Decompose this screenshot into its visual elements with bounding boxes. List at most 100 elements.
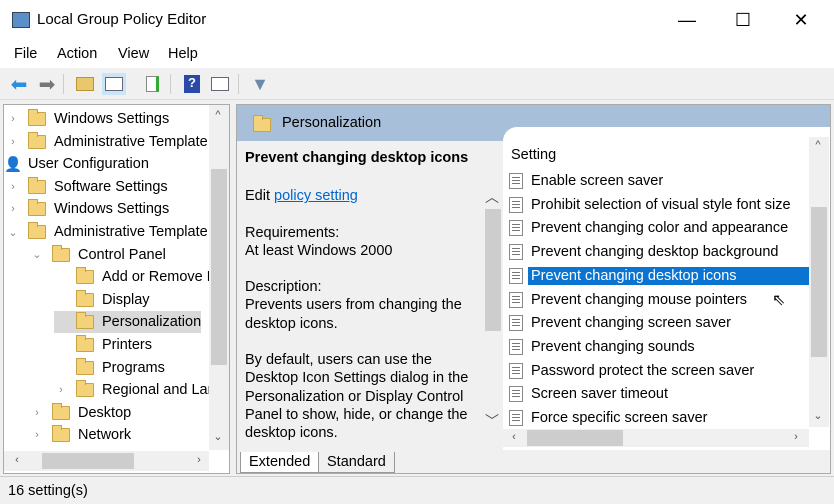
folder-icon [76,289,94,307]
policy-setting-icon [509,386,523,403]
filter-icon[interactable]: ▼ [248,73,272,95]
expand-chevron-icon[interactable]: ⌄ [6,226,20,239]
tree-horizontal-scrollbar[interactable]: ‹ › [4,451,209,471]
setting-row[interactable]: Prevent changing color and appearance [509,217,809,239]
tree-item[interactable]: › Desktop [30,402,131,424]
help-icon[interactable]: ? [180,73,204,95]
show-action-pane-icon[interactable] [208,73,232,95]
app-icon [12,12,30,28]
setting-row[interactable]: Force specific screen saver [509,407,809,429]
details-pane: Personalization Prevent changing desktop… [236,104,831,474]
tree-vertical-scrollbar[interactable]: ^ ⌄ [209,105,229,450]
description-scrollbar[interactable]: ︿ ﹀ [483,185,503,430]
setting-name: Prevent changing color and appearance [531,220,789,237]
status-text: 16 setting(s) [8,483,88,499]
expand-chevron-icon[interactable]: › [6,113,20,125]
menu-file[interactable]: File [14,46,37,62]
setting-name: Prevent changing desktop icons [528,266,809,285]
tree-item[interactable]: › Administrative Template [6,131,208,153]
tree-item-label: Control Panel [78,246,166,263]
tree-item[interactable]: Display [54,289,150,311]
menu-bar: File Action View Help [0,40,834,68]
expand-chevron-icon[interactable]: › [6,203,20,215]
requirements-label: Requirements: [245,224,340,241]
list-vertical-scrollbar[interactable]: ^ ⌄ [809,137,829,427]
folder-icon [28,109,46,126]
setting-row[interactable]: Password protect the screen saver [509,360,809,382]
toolbar-separator [63,74,64,94]
policy-setting-icon [509,410,523,426]
folder-icon [28,176,46,194]
tree-item[interactable]: ⌄ Administrative Template [6,221,208,243]
expand-chevron-icon[interactable]: › [30,429,44,441]
setting-row[interactable]: Prevent changing screen saver [509,312,809,334]
tree-item[interactable]: › Software Settings [6,176,168,198]
tree-item-label: Add or Remove P [102,269,217,286]
tree-item[interactable]: Printers [54,334,152,356]
mouse-cursor-icon: ⇖ [772,292,786,309]
setting-row[interactable]: Prevent changing desktop background [509,241,809,263]
tab-extended[interactable]: Extended [240,452,320,473]
expand-chevron-icon[interactable]: › [6,181,20,193]
expand-chevron-icon[interactable]: ⌄ [30,248,44,261]
tab-standard[interactable]: Standard [318,452,395,473]
export-list-icon[interactable] [140,73,164,95]
tree-item-label: Desktop [78,404,132,421]
policy-setting-icon [509,362,523,379]
policy-setting-icon [509,196,523,213]
tree-item[interactable]: ⌄ Control Panel [30,244,166,266]
show-hide-console-tree-icon[interactable] [102,73,126,95]
tree-item[interactable]: › Regional and Lar [54,379,212,401]
edit-policy-link[interactable]: policy setting [274,188,358,204]
expand-chevron-icon[interactable]: › [30,407,44,419]
console-tree: › Windows Settings › Administrative Templat… [3,104,230,474]
folder-icon [28,222,46,239]
maximize-button[interactable]: ☐ [720,0,766,40]
setting-name: Prevent changing mouse pointers [531,291,748,308]
column-header-setting[interactable]: Setting [511,147,556,163]
policy-setting-icon [509,220,523,237]
minimize-button[interactable]: — [664,0,710,40]
policy-setting-icon [509,244,523,261]
back-icon[interactable]: ⬅ [7,73,31,96]
folder-icon [52,402,70,420]
tree-item[interactable]: › Network [30,424,131,446]
tree-item-label: Windows Settings [54,111,170,127]
policy-setting-icon [509,291,523,308]
tree-item[interactable]: Personalization [54,311,202,334]
tree-item[interactable]: › Windows Settings [6,108,169,130]
expand-chevron-icon[interactable]: › [54,384,68,396]
setting-name: Password protect the screen saver [531,362,755,379]
tree-item-label: Software Settings [54,178,168,195]
description-label: Description: [245,279,322,296]
toolbar-separator [238,74,239,94]
tree-item-label: Network [78,427,132,444]
setting-row[interactable]: Prevent changing desktop icons [509,265,809,287]
menu-action[interactable]: Action [57,46,97,62]
toolbar: ⬅ ➡ ? ▼ [0,68,834,100]
tree-item[interactable]: 👤 User Configuration [4,153,149,175]
folder-icon [52,425,70,443]
tree-item-label: Programs [102,359,165,376]
settings-list: Setting Enable screen saver Prohibit sele… [503,127,830,450]
expand-chevron-icon[interactable]: › [6,136,20,148]
menu-help[interactable]: Help [168,46,198,62]
window-title: Local Group Policy Editor [37,11,207,28]
setting-row[interactable]: Prevent changing sounds [509,336,809,358]
setting-name: Prevent changing desktop background [531,244,779,261]
list-horizontal-scrollbar[interactable]: ‹ › [503,429,809,447]
setting-name: Force specific screen saver [531,410,708,426]
description-more: By default, users can use the Desktop Ic… [245,352,469,442]
forward-icon[interactable]: ➡ [35,73,59,96]
setting-row[interactable]: Prohibit selection of visual style font … [509,194,809,216]
setting-row[interactable]: Enable screen saver [509,170,809,192]
tree-item[interactable]: Programs [54,357,165,379]
up-folder-icon[interactable] [73,73,97,95]
close-button[interactable]: ✕ [778,0,824,40]
tree-item[interactable]: Add or Remove P [54,266,216,288]
title-bar: Local Group Policy Editor — ☐ ✕ [0,0,834,40]
menu-view[interactable]: View [118,46,149,62]
setting-row[interactable]: Screen saver timeout [509,383,809,405]
tree-item[interactable]: › Windows Settings [6,198,169,220]
setting-row[interactable]: Prevent changing mouse pointers [509,289,809,311]
